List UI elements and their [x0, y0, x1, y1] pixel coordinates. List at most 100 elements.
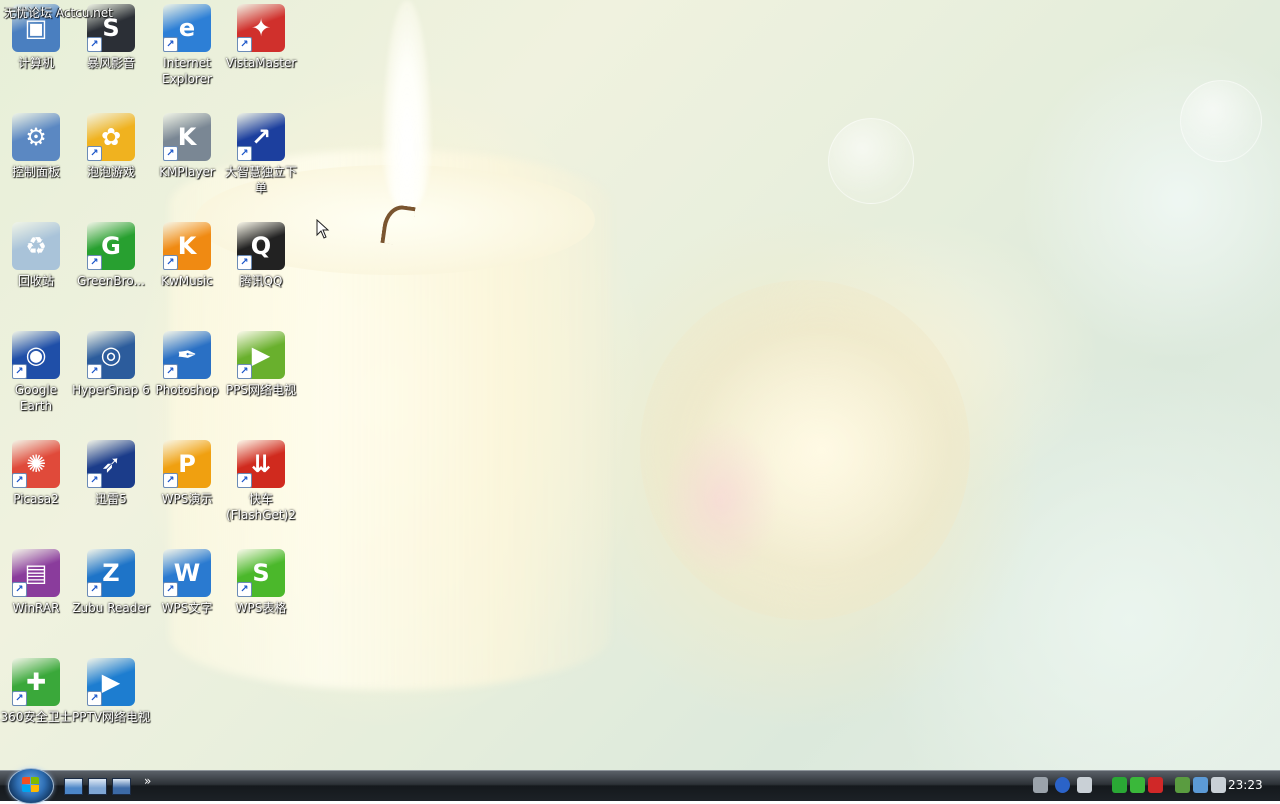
360-tray-icon[interactable]: [1130, 777, 1145, 793]
watermark-text: 无忧论坛 Actcu.net: [4, 6, 113, 20]
desktop-icon-label: WPS演示: [161, 492, 213, 506]
desktop-icon-kwmusic[interactable]: K ↗ KwMusic: [148, 220, 226, 320]
thunder-icon: ➶ ↗: [87, 440, 135, 488]
desktop-icon-vistamaster[interactable]: ✦ ↗ VistaMaster: [222, 2, 300, 102]
picasa-icon: ✺ ↗: [12, 440, 60, 488]
dzh-trading-icon: ↗ ↗: [237, 113, 285, 161]
recycle-bin-icon: ♻: [12, 222, 60, 270]
desktop-icon-label: 计算机: [17, 56, 54, 70]
show-desktop-icon[interactable]: [64, 778, 83, 795]
desktop-icon-label: 泡泡游戏: [86, 165, 135, 179]
keyboard-icon[interactable]: [1033, 777, 1048, 793]
shortcut-arrow-icon: ↗: [237, 146, 252, 161]
volume-icon[interactable]: [1211, 777, 1226, 793]
desktop-icon-label: WinRAR: [12, 601, 60, 615]
kwmusic-icon: K ↗: [163, 222, 211, 270]
desktop-icon-recycle-bin[interactable]: ♻ 回收站: [0, 220, 75, 320]
shortcut-arrow-icon: ↗: [237, 37, 252, 52]
shortcut-arrow-icon: ↗: [87, 582, 102, 597]
desktop-icon-picasa[interactable]: ✺ ↗ Picasa2: [0, 438, 75, 538]
desktop-icon-label: Zubu Reader: [72, 601, 150, 615]
desktop-icon-label: 暴风影音: [86, 56, 135, 70]
shortcut-arrow-icon: ↗: [12, 364, 27, 379]
help-icon[interactable]: [1055, 777, 1070, 793]
desktop-icon-pptv[interactable]: ▶ ↗ PPTV网络电视: [72, 656, 150, 756]
antivirus-tray-icon[interactable]: [1148, 777, 1163, 793]
wallpaper-rose: [640, 280, 970, 620]
desktop-icon-control-panel[interactable]: ⚙ 控制面板: [0, 111, 75, 211]
shortcut-arrow-icon: ↗: [87, 255, 102, 270]
desktop-icon-label: Photoshop: [155, 383, 219, 397]
start-button[interactable]: [8, 768, 54, 804]
flashget-icon: ⇊ ↗: [237, 440, 285, 488]
desktop-icon-zubu-reader[interactable]: Z ↗ Zubu Reader: [72, 547, 150, 647]
desktop-icon-label: PPTV网络电视: [72, 710, 151, 724]
desktop-icon-internet-explorer[interactable]: e ↗ Internet Explorer: [148, 2, 226, 102]
shortcut-arrow-icon: ↗: [87, 37, 102, 52]
desktop-icon-dzh-trading[interactable]: ↗ ↗ 大智慧独立下单: [222, 111, 300, 211]
desktop-icon-kmplayer[interactable]: K ↗ KMPlayer: [148, 111, 226, 211]
control-panel-icon-glyph: ⚙: [12, 113, 60, 161]
safely-remove-icon[interactable]: [1175, 777, 1190, 793]
shortcut-arrow-icon: ↗: [237, 255, 252, 270]
desktop-icon-label: HyperSnap 6: [72, 383, 150, 397]
desktop-icon-label: 控制面板: [11, 165, 60, 179]
desktop-icon-label: KwMusic: [161, 274, 213, 288]
network-icon[interactable]: [1193, 777, 1208, 793]
desktop-icon-label: GreenBro...: [77, 274, 145, 288]
desktop-icon-label: 回收站: [17, 274, 54, 288]
desktop-icon-label: WPS文字: [161, 601, 213, 615]
desktop-icon-thunder[interactable]: ➶ ↗ 迅雷5: [72, 438, 150, 538]
taskbar: » 23:23: [0, 768, 1280, 804]
wallpaper-bubble: [1180, 80, 1262, 162]
internet-explorer-icon: e ↗: [163, 4, 211, 52]
desktop-icon-360-safe[interactable]: ✚ ↗ 360安全卫士: [0, 656, 75, 756]
language-bar-icon[interactable]: [1077, 777, 1092, 793]
wps-spreadsheet-icon: S ↗: [237, 549, 285, 597]
paopao-game-icon: ✿ ↗: [87, 113, 135, 161]
kmplayer-icon: K ↗: [163, 113, 211, 161]
desktop-icon-label: VistaMaster: [225, 56, 297, 70]
recycle-bin-icon-glyph: ♻: [12, 222, 60, 270]
greenbrowser-icon: G ↗: [87, 222, 135, 270]
wallpaper-bubble: [828, 118, 914, 204]
shortcut-arrow-icon: ↗: [12, 582, 27, 597]
desktop-icon-wps-presentation[interactable]: P ↗ WPS演示: [148, 438, 226, 538]
window-icon[interactable]: [112, 778, 131, 795]
google-earth-icon: ◉ ↗: [12, 331, 60, 379]
desktop-icon-google-earth[interactable]: ◉ ↗ Google Earth: [0, 329, 75, 429]
desktop-icon-hypersnap[interactable]: ◎ ↗ HyperSnap 6: [72, 329, 150, 429]
desktop-icon-photoshop-feather[interactable]: ✒ ↗ Photoshop: [148, 329, 226, 429]
desktop-icon-label: Internet Explorer: [162, 56, 212, 86]
switch-windows-icon[interactable]: [88, 778, 107, 795]
desktop-icon-wps-writer[interactable]: W ↗ WPS文字: [148, 547, 226, 647]
desktop-icon-label: WPS表格: [235, 601, 287, 615]
pps-tv-icon: ▶ ↗: [237, 331, 285, 379]
qq-penguin-icon: Q ↗: [237, 222, 285, 270]
quick-launch-overflow-button[interactable]: »: [144, 774, 151, 788]
desktop-icon-qq-penguin[interactable]: Q ↗ 腾讯QQ: [222, 220, 300, 320]
shortcut-arrow-icon: ↗: [163, 364, 178, 379]
greenbrowser-tray-icon[interactable]: [1112, 777, 1127, 793]
shortcut-arrow-icon: ↗: [12, 691, 27, 706]
shortcut-arrow-icon: ↗: [237, 364, 252, 379]
desktop-icon-label: Picasa2: [13, 492, 59, 506]
desktop-icon-winrar[interactable]: ▤ ↗ WinRAR: [0, 547, 75, 647]
desktop-icon-greenbrowser[interactable]: G ↗ GreenBro...: [72, 220, 150, 320]
winrar-icon: ▤ ↗: [12, 549, 60, 597]
desktop-icon-pps-tv[interactable]: ▶ ↗ PPS网络电视: [222, 329, 300, 429]
shortcut-arrow-icon: ↗: [237, 582, 252, 597]
desktop-icon-label: 迅雷5: [95, 492, 127, 506]
clock[interactable]: 23:23: [1228, 778, 1263, 792]
desktop-icon-flashget[interactable]: ⇊ ↗ 快车(FlashGet)2: [222, 438, 300, 538]
wps-presentation-icon: P ↗: [163, 440, 211, 488]
desktop-icon-paopao-game[interactable]: ✿ ↗ 泡泡游戏: [72, 111, 150, 211]
vistamaster-icon: ✦ ↗: [237, 4, 285, 52]
pptv-icon: ▶ ↗: [87, 658, 135, 706]
desktop-icon-label: Google Earth: [14, 383, 58, 413]
desktop-icon-wps-spreadsheet[interactable]: S ↗ WPS表格: [222, 547, 300, 647]
zubu-reader-icon: Z ↗: [87, 549, 135, 597]
desktop[interactable]: ▣ 计算机 S ↗ 暴风影音 e ↗ Internet Explorer ✦ ↗ VistaMast…: [0, 0, 1280, 770]
shortcut-arrow-icon: ↗: [163, 255, 178, 270]
360-safe-icon: ✚ ↗: [12, 658, 60, 706]
